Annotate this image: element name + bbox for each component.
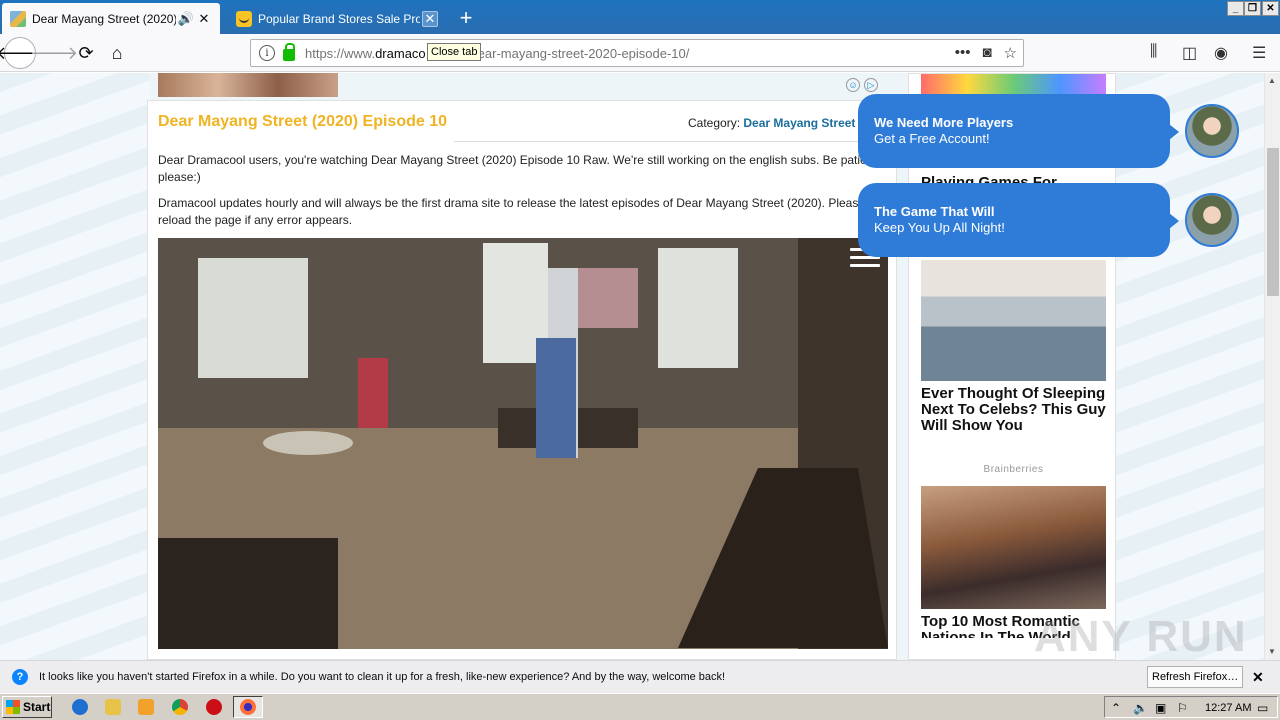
- page-actions: ••• ◙ ☆: [955, 44, 1017, 62]
- url-bar[interactable]: i https://www.dramaco ear-mayang-street-2…: [250, 39, 1024, 67]
- internet-explorer-icon[interactable]: [72, 699, 88, 715]
- celebs-ad-caption[interactable]: Ever Thought Of Sleeping Next To Celebs?…: [921, 386, 1106, 434]
- flag-icon[interactable]: ⚐: [1177, 701, 1188, 715]
- new-tab-button[interactable]: +: [452, 4, 480, 32]
- windows-taskbar: Start ⌃ 🔈 ▣ ⚐ 12:27 AM ▭: [0, 693, 1280, 720]
- restore-button[interactable]: ❐: [1244, 1, 1261, 16]
- close-tab-tooltip: Close tab: [427, 43, 482, 61]
- celebs-ad-image[interactable]: [921, 260, 1106, 381]
- video-frame: [158, 238, 888, 649]
- minimize-button[interactable]: _: [1227, 1, 1244, 16]
- chrome-icon[interactable]: [172, 699, 188, 715]
- tab-brand-stores[interactable]: Popular Brand Stores Sale Promoti ✕: [228, 3, 446, 34]
- chat-bubble-ad-1[interactable]: We Need More Players Get a Free Account!: [858, 94, 1179, 168]
- video-player[interactable]: [158, 238, 888, 649]
- tab-title: Popular Brand Stores Sale Promoti: [258, 11, 420, 26]
- ad-source-label[interactable]: Brainberries: [921, 464, 1106, 475]
- lock-icon[interactable]: [283, 43, 295, 61]
- volume-icon[interactable]: 🔈: [1133, 701, 1148, 715]
- system-tray: ⌃ 🔈 ▣ ⚐ 12:27 AM ▭: [1104, 696, 1278, 718]
- ad-face-icon[interactable]: ☺: [846, 78, 860, 92]
- forward-button[interactable]: 🡒: [30, 39, 78, 67]
- firefox-icon: [240, 699, 256, 715]
- start-button[interactable]: Start: [2, 696, 52, 718]
- url-path: ear-mayang-street-2020-episode-10/: [477, 45, 690, 61]
- show-desktop-icon[interactable]: ▭: [1257, 701, 1268, 715]
- sidebar-icon[interactable]: ◫: [1182, 43, 1197, 63]
- reload-button[interactable]: ⟳: [72, 39, 100, 67]
- windows-logo-icon: [6, 700, 20, 714]
- notice-paragraph: Dear Dramacool users, you're watching De…: [158, 153, 877, 184]
- bubble-line1: The Game That Will: [874, 204, 995, 219]
- clock[interactable]: 12:27 AM: [1205, 702, 1251, 714]
- pocket-icon[interactable]: ◙: [982, 44, 991, 62]
- home-button[interactable]: ⌂: [103, 39, 131, 67]
- navigation-toolbar: 🡐 🡒 ⟳ ⌂ i https://www.dramaco ear-mayang-…: [0, 34, 1280, 72]
- ad-choices[interactable]: ☺ ▷: [846, 78, 878, 92]
- ad-choices-icon[interactable]: ▷: [864, 78, 878, 92]
- bookmark-star-icon[interactable]: ☆: [1004, 44, 1017, 62]
- more-icon[interactable]: •••: [955, 44, 971, 62]
- url-text[interactable]: https://www.dramaco ear-mayang-street-202…: [305, 46, 689, 61]
- divider: [454, 141, 890, 142]
- episode-title: Dear Mayang Street (2020) Episode 10: [158, 113, 448, 130]
- bubble-line1: We Need More Players: [874, 115, 1014, 130]
- scroll-up-arrow-icon[interactable]: ▲: [1268, 76, 1276, 85]
- sidebar-top-ad-image[interactable]: [921, 74, 1106, 96]
- refresh-firefox-button[interactable]: Refresh Firefox…: [1147, 666, 1244, 688]
- site-info-icon[interactable]: i: [259, 45, 275, 61]
- top-banner-ad[interactable]: [158, 73, 338, 97]
- romantic-ad-image[interactable]: [921, 486, 1106, 609]
- close-window-button[interactable]: ✕: [1262, 1, 1279, 16]
- library-icon[interactable]: ⫼: [1150, 43, 1157, 61]
- background-texture-left: [0, 73, 150, 660]
- tab-dear-mayang-street[interactable]: Dear Mayang Street (2020) Ep 🔊 ✕: [2, 3, 220, 34]
- dramacool-favicon-icon: [10, 10, 26, 27]
- category-label: Category:: [688, 116, 741, 130]
- firefox-notification-bar: ? It looks like you haven't started Fire…: [0, 660, 1280, 693]
- account-icon[interactable]: ◉: [1214, 43, 1228, 63]
- category-link[interactable]: Dear Mayang Street (: [743, 116, 862, 130]
- scrollbar-thumb[interactable]: [1267, 148, 1279, 296]
- firefox-taskbar-button[interactable]: [233, 696, 263, 718]
- tab-title: Dear Mayang Street (2020) Ep: [32, 11, 176, 26]
- start-label: Start: [23, 700, 51, 714]
- close-tab-icon[interactable]: ✕: [196, 11, 212, 27]
- avatar[interactable]: [1185, 193, 1239, 247]
- bubble-line2: Keep You Up All Night!: [874, 220, 1005, 235]
- bubble-line2: Get a Free Account!: [874, 131, 990, 146]
- speaker-icon[interactable]: 🔊: [178, 11, 194, 27]
- tray-expand-icon[interactable]: ⌃: [1111, 701, 1121, 715]
- close-tab-icon[interactable]: ✕: [422, 10, 438, 27]
- category: Category: Dear Mayang Street (: [688, 116, 863, 130]
- close-notification-icon[interactable]: ✕: [1252, 669, 1264, 686]
- brand-favicon-icon: [236, 10, 252, 27]
- scroll-down-arrow-icon[interactable]: ▼: [1268, 647, 1276, 656]
- update-paragraph: Dramacool updates hourly and will always…: [158, 196, 866, 227]
- opera-icon[interactable]: [206, 699, 222, 715]
- tab-strip: Dear Mayang Street (2020) Ep 🔊 ✕ Popular…: [0, 0, 1280, 34]
- hamburger-menu-icon[interactable]: ☰: [1252, 43, 1266, 63]
- episode-content: Dear Mayang Street (2020) Episode 10 Cat…: [147, 100, 897, 660]
- file-explorer-icon[interactable]: [105, 699, 121, 715]
- question-icon: ?: [12, 669, 28, 685]
- chat-bubble-ad-2[interactable]: The Game That Will Keep You Up All Night…: [858, 183, 1179, 257]
- url-prefix: https://www.: [305, 45, 376, 61]
- media-player-icon[interactable]: [138, 699, 154, 715]
- vertical-scrollbar[interactable]: ▲ ▼: [1264, 73, 1280, 660]
- anyrun-watermark: ANY RUN: [1034, 612, 1248, 661]
- avatar[interactable]: [1185, 104, 1239, 158]
- network-icon[interactable]: ▣: [1155, 701, 1166, 715]
- notification-message: It looks like you haven't started Firefo…: [39, 671, 726, 683]
- url-domain: dramaco: [375, 45, 426, 61]
